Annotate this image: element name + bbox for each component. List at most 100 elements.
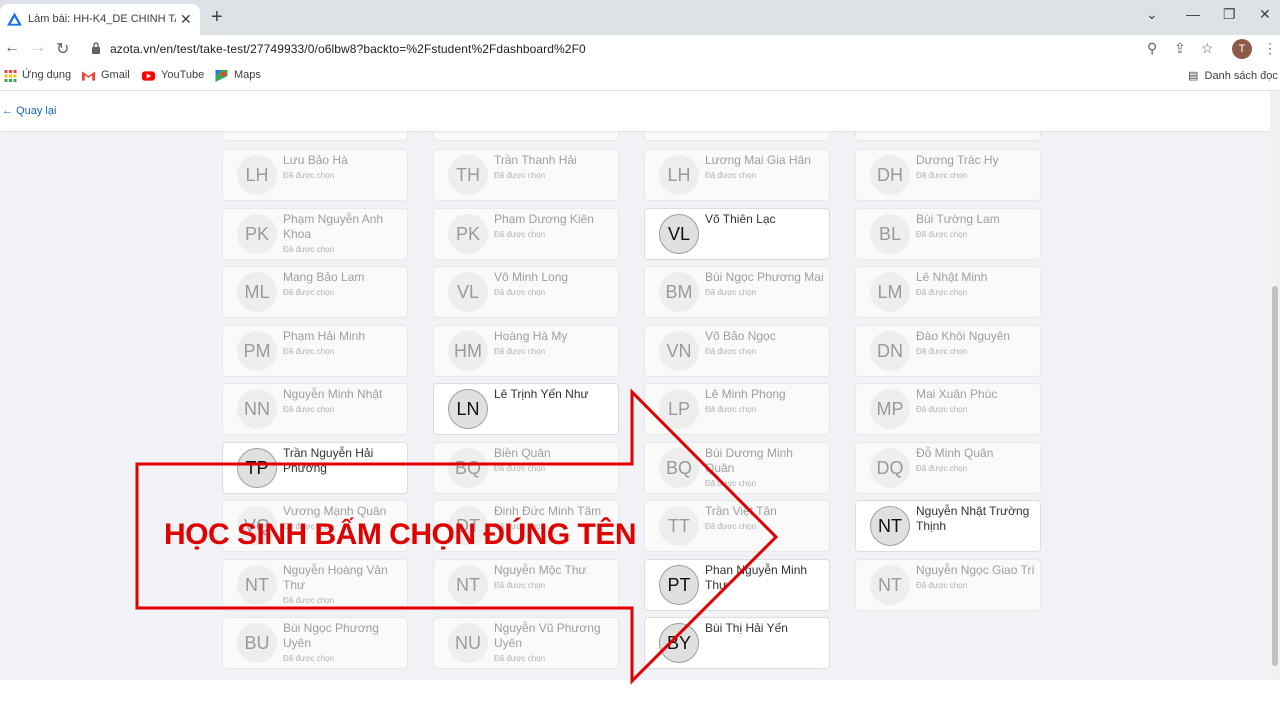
student-name: Bùi Ngọc Phương Uyên (283, 621, 379, 650)
student-status: Đã được chọn (705, 288, 757, 297)
student-card[interactable]: BQ Biền Quân Đã được chọn (433, 441, 619, 494)
tab-search-icon[interactable]: ⌄ (1146, 6, 1158, 23)
student-name: Đinh Đức Minh Tâm (494, 504, 602, 518)
student-card[interactable]: VL Võ Minh Long Đã được chọn (433, 266, 619, 318)
student-initials-avatar: BU (237, 623, 277, 663)
back-arrow-icon[interactable]: ← (4, 39, 20, 57)
student-initials-avatar: BQ (659, 447, 699, 488)
student-status: Đã được chọn (705, 171, 757, 180)
student-card[interactable]: BY Bùi Thị Hải Yến (644, 617, 830, 669)
star-icon[interactable]: ☆ (1201, 40, 1214, 57)
student-card[interactable]: ML Mang Bảo Lam Đã được chọn (222, 266, 408, 318)
student-status: Đã được chọn (494, 463, 546, 473)
student-card[interactable]: HM Hoàng Hà My Đã được chọn (433, 324, 619, 377)
student-initials-avatar: BY (659, 623, 699, 663)
student-name: Lưu Bảo Hà (283, 153, 348, 167)
forward-arrow-icon[interactable]: → (30, 39, 46, 57)
student-card[interactable]: PM Phạm Hải Minh Đã được chọn (222, 324, 408, 377)
student-card[interactable]: NU Nguyễn Vũ Phương Uyên Đã được chọn (433, 617, 619, 669)
student-status: Đã được chọn (705, 478, 757, 488)
close-tab-icon[interactable]: ✕ (180, 11, 192, 28)
window-close-icon[interactable]: ✕ (1259, 6, 1271, 23)
student-initials-avatar: MP (870, 389, 910, 429)
student-card[interactable]: LH Lưu Bảo Hà Đã được chọn (222, 149, 408, 201)
bookmarks-bar: Ứng dụng Gmail YouTube Maps ▤ Danh sách … (0, 63, 1280, 91)
student-name: Lê Minh Phong (705, 387, 786, 401)
student-card[interactable]: BL Bùi Tường Lam Đã được chọn (855, 207, 1041, 260)
student-card[interactable]: TH Trần Thanh Hải Đã được chọn (433, 149, 619, 201)
reading-list[interactable]: ▤ Danh sách đọc (1188, 69, 1278, 82)
maximize-icon[interactable]: ❐ (1223, 6, 1236, 23)
bookmark-apps[interactable]: Ứng dụng (22, 69, 71, 81)
student-status: Đã được chọn (494, 654, 546, 663)
student-card[interactable]: PK Phạm Nguyễn Anh Khoa Đã được chọn (222, 207, 408, 260)
menu-icon[interactable]: ⋮ (1263, 40, 1277, 57)
student-card[interactable]: VL Võ Thiên Lạc (644, 207, 830, 260)
student-status: Đã được chọn (283, 595, 335, 605)
address-bar[interactable]: azota.vn/en/test/take-test/27749933/0/o6… (110, 42, 586, 56)
azota-logo-icon (7, 12, 22, 26)
new-tab-icon[interactable]: + (211, 7, 223, 27)
bookmark-youtube[interactable]: YouTube (161, 69, 204, 81)
minimize-icon[interactable]: — (1186, 6, 1200, 22)
student-initials-avatar: DN (870, 330, 910, 371)
scrollbar-thumb[interactable] (1272, 286, 1278, 666)
student-card[interactable]: LP Lê Minh Phong Đã được chọn (644, 383, 830, 435)
student-name: Nguyễn Hoàng Vân Thư (283, 562, 388, 592)
student-initials-avatar: NT (870, 506, 910, 546)
window-bottom (0, 680, 1280, 720)
student-name: Phan Nguyễn Minh Thư (705, 562, 808, 592)
reload-icon[interactable]: ↻ (56, 39, 69, 59)
student-card[interactable]: LN Lê Trịnh Yến Như (433, 383, 619, 435)
student-card[interactable]: PK Phạm Dương Kiên Đã được chọn (433, 207, 619, 260)
lock-icon[interactable] (91, 42, 101, 54)
student-initials-avatar: LH (659, 155, 699, 195)
student-name: Lương Mai Gia Hân (705, 153, 811, 167)
student-name: Biền Quân (494, 445, 551, 460)
student-status: Đã được chọn (494, 171, 546, 180)
student-card[interactable]: NN Nguyễn Minh Nhật Đã được chọn (222, 383, 408, 435)
bookmark-maps[interactable]: Maps (234, 69, 261, 81)
student-card[interactable]: BQ Bùi Dương Minh Quân Đã được chọn (644, 441, 830, 494)
student-card[interactable]: NT Nguyễn Nhật Trường Thịnh (855, 500, 1041, 552)
student-card[interactable]: MP Mai Xuân Phúc Đã được chọn (855, 383, 1041, 435)
student-card[interactable]: LH Lương Mai Gia Hân Đã được chọn (644, 149, 830, 201)
student-initials-avatar: LN (448, 389, 488, 429)
student-card[interactable]: NT Nguyễn Hoàng Vân Thư Đã được chọn (222, 558, 408, 611)
youtube-icon (142, 71, 155, 81)
student-name: Phạm Nguyễn Anh Khoa (283, 211, 384, 241)
student-card[interactable]: LM Lê Nhật Minh Đã được chọn (855, 266, 1041, 318)
student-initials-avatar: TT (659, 506, 699, 546)
student-status: Đã được chọn (283, 654, 335, 663)
student-card[interactable]: BU Bùi Ngọc Phương Uyên Đã được chọn (222, 617, 408, 669)
tab-title: Làm bài: HH-K4_DE CHINH TA_GIUA (28, 13, 176, 25)
student-card[interactable]: VN Võ Bảo Ngọc Đã được chọn (644, 324, 830, 377)
student-initials-avatar: VL (448, 272, 488, 312)
student-card[interactable]: TT Trần Việt Tân Đã được chọn (644, 500, 830, 552)
student-status: Đã được chọn (916, 405, 968, 414)
profile-avatar[interactable]: T (1232, 39, 1252, 59)
student-card[interactable]: NT Nguyễn Ngọc Giao Trí Đã được chọn (855, 558, 1041, 611)
student-status: Đã được chọn (494, 288, 546, 297)
student-card[interactable]: PT Phan Nguyễn Minh Thư (644, 558, 830, 611)
student-card[interactable]: DH Dương Trác Hy Đã được chọn (855, 149, 1041, 201)
zoom-icon[interactable]: ⚲ (1147, 40, 1157, 57)
student-card[interactable]: BM Bùi Ngọc Phương Mai Đã được chọn (644, 266, 830, 318)
student-name: Trần Nguyễn Hải Phương (283, 445, 374, 475)
page-scrollbar[interactable] (1270, 91, 1280, 680)
reading-list-icon: ▤ (1188, 70, 1199, 82)
student-card[interactable]: DN Đào Khôi Nguyên Đã được chọn (855, 324, 1041, 377)
share-icon[interactable]: ⇪ (1174, 40, 1186, 57)
student-name: Võ Minh Long (494, 270, 569, 284)
student-status: Đã được chọn (916, 229, 968, 239)
student-initials-avatar: NN (237, 389, 277, 429)
student-status: Đã được chọn (283, 346, 335, 356)
student-card[interactable]: NT Nguyễn Mộc Thư Đã được chọn (433, 558, 619, 611)
browser-tab[interactable]: Làm bài: HH-K4_DE CHINH TA_GIUA ✕ (0, 4, 200, 35)
bookmark-gmail[interactable]: Gmail (101, 69, 130, 81)
back-link[interactable]: ← Quay lại (2, 105, 56, 117)
student-name: Bùi Thị Hải Yến (705, 621, 788, 635)
student-name: Bùi Ngọc Phương Mai (705, 270, 824, 284)
student-card[interactable]: DQ Đỗ Minh Quân Đã được chọn (855, 441, 1041, 494)
student-card[interactable]: TP Trần Nguyễn Hải Phương (222, 441, 408, 494)
